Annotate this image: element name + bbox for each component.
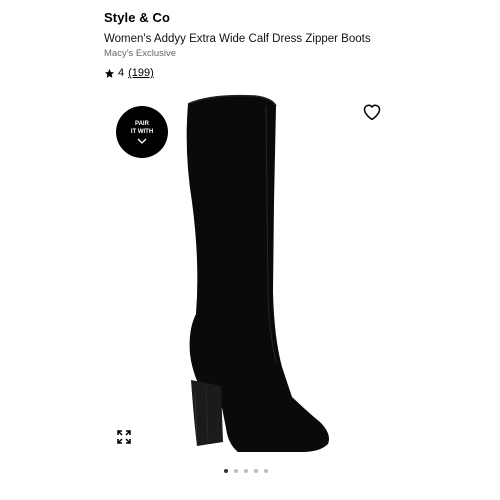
pair-label: PAIR	[135, 121, 149, 127]
carousel-dot[interactable]	[224, 469, 228, 473]
review-count-link[interactable]: (199)	[128, 67, 154, 79]
pair-label-2: IT WITH	[130, 129, 154, 135]
product-image	[186, 94, 329, 453]
carousel-dot[interactable]	[254, 469, 258, 473]
rating[interactable]: 4 (199)	[104, 67, 154, 79]
heart-icon[interactable]	[362, 102, 382, 121]
carousel-dots	[224, 469, 268, 473]
carousel-dot[interactable]	[264, 469, 268, 473]
expand-icon[interactable]	[116, 429, 132, 445]
carousel-dot[interactable]	[244, 469, 248, 473]
rating-value: 4	[118, 67, 125, 79]
pair-it-with-button[interactable]: PAIR IT WITH	[116, 106, 168, 158]
star-icon	[104, 68, 115, 78]
product-title: Women's Addyy Extra Wide Calf Dress Zipp…	[104, 33, 371, 45]
chevron-down-icon	[137, 138, 147, 144]
brand-name[interactable]: Style & Co	[104, 10, 170, 25]
carousel-dot[interactable]	[234, 469, 238, 473]
exclusive-label: Macy's Exclusive	[104, 48, 177, 59]
